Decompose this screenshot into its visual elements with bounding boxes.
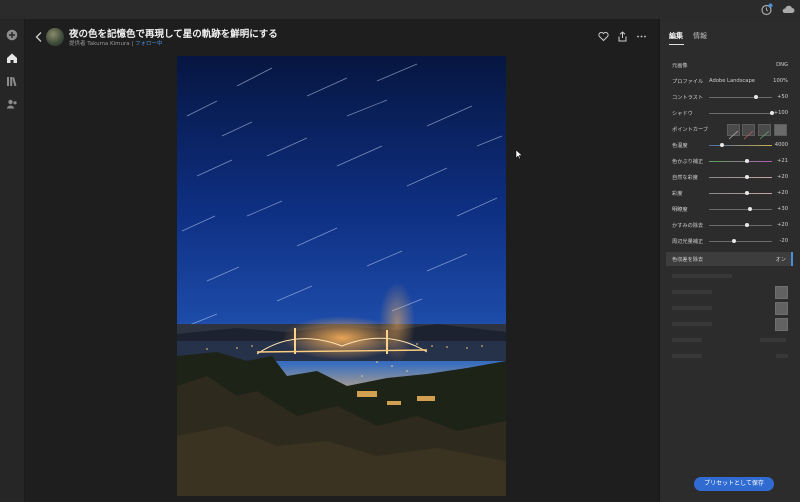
- dehaze-value: +20: [777, 222, 788, 228]
- curve-line-icon: [728, 130, 739, 140]
- temperature-value: 4000: [774, 142, 788, 148]
- point-curve-label: ポイントカーブ: [672, 127, 709, 133]
- share-icon[interactable]: [617, 31, 628, 42]
- slider-knob[interactable]: [744, 159, 749, 163]
- tab-edit[interactable]: 編集: [669, 31, 683, 41]
- mouse-cursor-icon: [515, 149, 523, 160]
- disabled-row-placeholder: [672, 322, 712, 326]
- back-chevron-icon[interactable]: [34, 31, 44, 43]
- contrast-value: +50: [777, 94, 788, 100]
- curve-strong-button[interactable]: [758, 124, 771, 140]
- tint-label: 色かぶり補正: [672, 159, 704, 165]
- slider-knob[interactable]: [719, 143, 724, 147]
- disabled-row-placeholder: [776, 354, 788, 358]
- disabled-color-swatch: [775, 302, 788, 315]
- disabled-row-placeholder: [672, 338, 702, 342]
- profile-label: プロファイル: [672, 79, 704, 85]
- tab-info[interactable]: 情報: [693, 31, 707, 41]
- chromatic-aberration-label: 色収差を除去: [672, 257, 704, 263]
- disabled-row-placeholder: [672, 290, 712, 294]
- follow-link[interactable]: フォロー中: [135, 41, 163, 47]
- vignette-value: -20: [779, 238, 788, 244]
- slider-knob[interactable]: [744, 191, 749, 195]
- shadows-label: シャドウ: [672, 111, 693, 117]
- temperature-label: 色温度: [672, 143, 688, 149]
- saturation-slider[interactable]: [709, 191, 772, 195]
- vignette-label: 周辺光量補正: [672, 239, 704, 245]
- left-navigation-rail: [0, 19, 25, 502]
- vibrance-label: 自然な彩度: [672, 175, 698, 181]
- disabled-color-swatch: [775, 318, 788, 331]
- more-options-icon[interactable]: [636, 31, 647, 42]
- curve-custom-button[interactable]: [774, 124, 787, 136]
- people-icon[interactable]: [6, 98, 18, 110]
- slider-knob[interactable]: [747, 207, 752, 211]
- page-title: 夜の色を記憶色で再現して星の軌跡を鮮明にする: [69, 29, 278, 40]
- saturation-label: 彩度: [672, 191, 683, 197]
- disabled-color-swatch: [775, 286, 788, 299]
- byline-separator: |: [131, 41, 134, 47]
- shadows-slider[interactable]: [709, 111, 774, 115]
- profile-amount: 100%: [773, 78, 788, 84]
- profile-name: Adobe Landscape: [709, 78, 755, 84]
- saturation-value: +20: [777, 190, 788, 196]
- disabled-row-placeholder: [672, 354, 702, 358]
- vibrance-slider[interactable]: [709, 175, 772, 179]
- original-label: 元画像: [672, 63, 688, 69]
- author-name: 提供者 Takuma Kimura: [69, 41, 130, 47]
- disabled-row-placeholder: [672, 306, 712, 310]
- active-tab-indicator: [669, 44, 684, 45]
- whats-new-icon[interactable]: [760, 3, 773, 16]
- curve-green-icon: [759, 130, 770, 140]
- slider-knob[interactable]: [744, 223, 749, 227]
- disabled-row-placeholder: [672, 274, 732, 278]
- night-bridge-star-trails-image: [177, 56, 506, 496]
- chromatic-aberration-value: オン: [775, 257, 786, 263]
- home-icon[interactable]: [6, 52, 18, 64]
- contrast-slider[interactable]: [709, 95, 772, 99]
- shadows-value: +100: [773, 110, 788, 116]
- vignette-slider[interactable]: [709, 239, 772, 243]
- temperature-slider[interactable]: [709, 143, 772, 147]
- tint-value: +21: [777, 158, 788, 164]
- heart-icon[interactable]: [598, 31, 609, 42]
- add-icon[interactable]: [6, 29, 18, 41]
- clarity-value: +30: [777, 206, 788, 212]
- curve-linear-button[interactable]: [727, 124, 740, 140]
- contrast-label: コントラスト: [672, 95, 704, 101]
- clarity-slider[interactable]: [709, 207, 772, 211]
- dehaze-label: かすみの除去: [672, 223, 704, 229]
- clarity-label: 明瞭度: [672, 207, 688, 213]
- slider-knob[interactable]: [744, 175, 749, 179]
- cloud-icon[interactable]: [781, 3, 795, 16]
- edited-photo[interactable]: [177, 56, 506, 496]
- dehaze-slider[interactable]: [709, 223, 772, 227]
- author-avatar[interactable]: [46, 28, 64, 46]
- curve-medium-button[interactable]: [742, 124, 755, 140]
- tint-slider[interactable]: [709, 159, 772, 163]
- library-icon[interactable]: [6, 75, 18, 87]
- original-value: DNG: [776, 62, 788, 68]
- save-as-preset-button[interactable]: プリセットとして保存: [694, 477, 774, 491]
- author-byline: 提供者 Takuma Kimura | フォロー中: [69, 39, 163, 47]
- vibrance-value: +20: [777, 174, 788, 180]
- curve-red-icon: [743, 130, 754, 140]
- disabled-row-placeholder: [760, 338, 786, 342]
- app-top-bar: [0, 0, 800, 19]
